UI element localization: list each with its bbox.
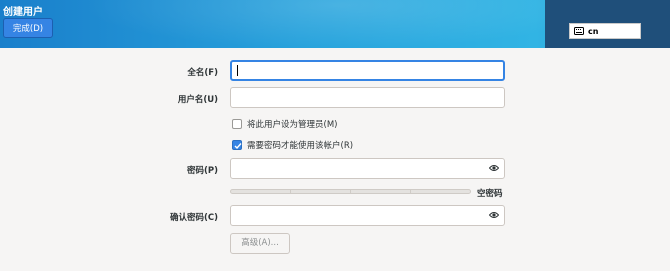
password-strength-label: 空密码	[477, 189, 503, 199]
password-strength-bar	[230, 189, 471, 194]
header-gloss	[80, 0, 600, 48]
keyboard-layout-indicator[interactable]: cn	[569, 23, 641, 39]
require-password-checkbox[interactable]	[232, 140, 242, 150]
strength-bar-divider	[410, 190, 411, 193]
page-title: 创建用户	[3, 7, 43, 18]
password-field[interactable]	[230, 158, 505, 179]
keyboard-layout-label: cn	[588, 26, 599, 36]
text-caret	[237, 65, 238, 76]
require-password-checkbox-row[interactable]: 需要密码才能使用该帐户(R)	[232, 139, 353, 151]
strength-bar-divider	[350, 190, 351, 193]
advanced-button[interactable]: 高级(A)...	[230, 233, 290, 254]
checkmark-icon	[234, 143, 242, 150]
confirm-password-field[interactable]	[230, 205, 505, 226]
eye-icon[interactable]	[488, 211, 500, 222]
eye-icon[interactable]	[488, 164, 500, 175]
password-label: 密码(P)	[187, 166, 218, 176]
confirm-password-label: 确认密码(C)	[169, 213, 218, 223]
full-name-field[interactable]	[230, 60, 505, 81]
username-label: 用户名(U)	[177, 95, 218, 105]
strength-bar-divider	[290, 190, 291, 193]
admin-checkbox-row[interactable]: 将此用户设为管理员(M)	[232, 118, 337, 130]
keyboard-icon	[574, 27, 584, 35]
username-field[interactable]	[230, 87, 505, 108]
admin-checkbox[interactable]	[232, 119, 242, 129]
admin-checkbox-label: 将此用户设为管理员(M)	[247, 120, 338, 130]
done-button[interactable]: 完成(D)	[3, 18, 53, 38]
full-name-label: 全名(F)	[187, 68, 218, 78]
require-password-checkbox-label: 需要密码才能使用该帐户(R)	[247, 141, 354, 151]
